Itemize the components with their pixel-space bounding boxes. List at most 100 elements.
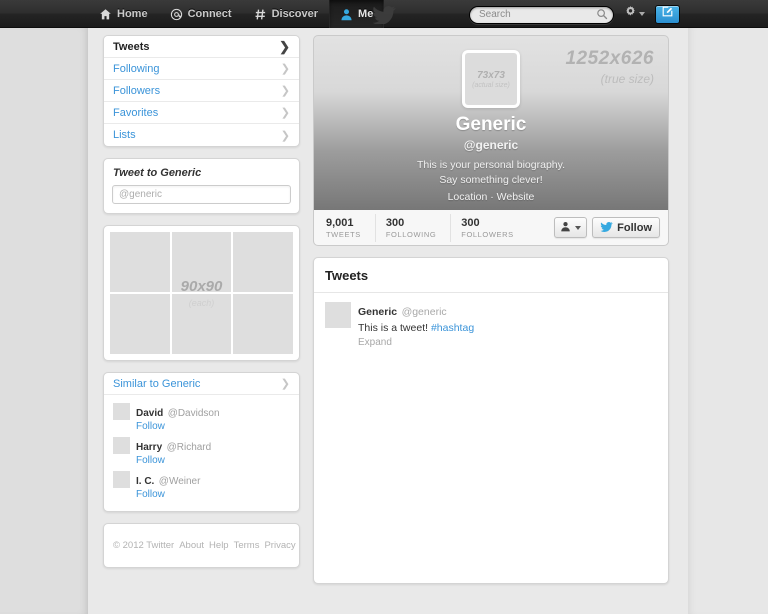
tweet-author-line: Generic @generic [358,302,474,320]
similar-user-handle[interactable]: @Davidson [168,408,220,419]
chevron-right-icon: ❯ [280,378,290,390]
stat-tweets-label: TWEETS [326,229,361,239]
list-item: Harry @Richard Follow [104,436,299,467]
tweet-author-handle[interactable]: @generic [402,306,447,318]
profile-location[interactable]: Location [448,191,488,203]
chevron-down-icon [639,12,645,16]
profile-website[interactable]: Website [497,191,535,203]
banner-dimensions-label: 1252x626 [565,48,654,69]
primary-nav: Home Connect Discover Me [88,0,385,28]
footer-link-terms[interactable]: Terms [234,540,260,551]
profile-separator: · [490,191,494,204]
sidebar-item-tweets-label: Tweets [113,40,150,53]
follow-link[interactable]: Follow [136,421,220,432]
tweet-hashtag[interactable]: #hashtag [431,322,474,334]
footer-link-about[interactable]: About [179,540,204,551]
user-actions-button[interactable] [554,217,588,238]
photo-cell[interactable] [233,294,293,354]
tweet-expand-link[interactable]: Expand [358,337,474,348]
photo-cell[interactable] [171,232,232,292]
similar-users-list: David @Davidson Follow Harry @Richard Fo… [104,395,299,511]
compose-icon [661,5,674,23]
footer-links: © 2012 TwitterAboutHelpTermsPrivacyBlogS… [104,524,299,567]
sidebar-item-following[interactable]: Following ❯ [104,58,299,80]
sidebar-item-favorites[interactable]: Favorites ❯ [104,102,299,124]
nav-right-actions [469,0,680,28]
nav-item-home[interactable]: Home [88,0,159,28]
similar-users-header[interactable]: Similar to Generic ❯ [104,373,299,395]
stat-tweets[interactable]: 9,001 TWEETS [322,213,376,242]
tweet-compose-input-wrap [104,184,299,213]
avatar[interactable] [113,403,130,420]
sidebar-item-favorites-label: Favorites [113,106,159,119]
search-input[interactable] [469,5,614,24]
similar-users-card: Similar to Generic ❯ David @Davidson Fol… [103,372,300,512]
photo-cell[interactable] [110,232,170,292]
twitter-bird-icon [600,221,613,235]
banner-size-annotation: 1252x626 (true size) [565,48,654,86]
sidebar-item-followers-label: Followers [113,84,161,97]
twitter-bird-icon [371,5,397,25]
stat-followers-value: 300 [461,216,480,229]
profile-header-card: 1252x626 (true size) 73x73 (actual size)… [313,35,669,246]
at-icon [170,8,183,21]
compose-tweet-button[interactable] [655,4,680,24]
similar-user-info: I. C. @Weiner Follow [136,471,200,500]
follow-button-label: Follow [617,221,652,234]
nav-item-discover-label: Discover [271,8,319,20]
tweet-compose-card: Tweet to Generic [103,158,300,214]
similar-user-name[interactable]: I. C. [136,476,154,487]
list-item: I. C. @Weiner Follow [104,470,299,501]
photo-cell[interactable] [233,232,293,292]
avatar[interactable] [113,471,130,488]
banner-truesize-label: (true size) [600,72,654,86]
settings-button[interactable] [621,3,648,25]
home-icon [99,8,112,21]
nav-item-discover[interactable]: Discover [243,0,329,28]
footer-link-help[interactable]: Help [209,540,229,551]
follow-link[interactable]: Follow [136,455,211,466]
follow-link[interactable]: Follow [136,489,200,500]
nav-item-connect-label: Connect [187,8,232,20]
tweet-text-line: This is a tweet! #hashtag [358,322,474,334]
similar-user-handle[interactable]: @Weiner [159,476,201,487]
table-row: Generic @generic This is a tweet! #hasht… [314,293,668,357]
stat-tweets-value: 9,001 [326,216,354,229]
stat-followers-label: FOLLOWERS [461,229,514,239]
profile-header-banner: 1252x626 (true size) 73x73 (actual size)… [313,35,669,210]
list-item: David @Davidson Follow [104,402,299,433]
profile-name: Generic [455,114,527,135]
gear-icon [624,5,637,23]
similar-user-line: Harry @Richard [136,437,211,455]
sidebar-item-lists[interactable]: Lists ❯ [104,124,299,146]
stat-followers[interactable]: 300 FOLLOWERS [451,214,528,242]
chevron-right-icon: ❯ [280,63,290,75]
page-gutter-left [0,28,88,614]
avatar-dimensions-label: 73x73 [477,69,505,81]
avatar[interactable] [325,302,351,328]
sidebar: Tweets ❯ Following ❯ Followers ❯ Favorit… [103,35,300,579]
tweet-author-name[interactable]: Generic [358,306,397,318]
profile-stats-bar: 9,001 TWEETS 300 FOLLOWING 300 FOLLOWERS [313,210,669,246]
photo-cell[interactable] [171,294,232,354]
tweet-compose-input[interactable] [112,185,291,204]
similar-user-name[interactable]: Harry [136,442,162,453]
nav-item-connect[interactable]: Connect [159,0,243,28]
similar-user-handle[interactable]: @Richard [167,442,212,453]
stat-following[interactable]: 300 FOLLOWING [376,213,452,242]
follow-button[interactable]: Follow [592,217,660,238]
similar-user-name[interactable]: David [136,408,163,419]
photo-cell[interactable] [110,294,170,354]
profile-avatar[interactable]: 73x73 (actual size) [462,50,520,108]
sidebar-item-followers[interactable]: Followers ❯ [104,80,299,102]
sidebar-item-tweets[interactable]: Tweets ❯ [104,36,299,58]
similar-user-info: Harry @Richard Follow [136,437,211,466]
top-navigation-bar: Home Connect Discover Me [0,0,768,28]
chevron-right-icon: ❯ [280,129,290,142]
similar-user-line: I. C. @Weiner [136,471,200,489]
sidebar-item-following-label: Following [113,62,160,75]
footer-link-privacy[interactable]: Privacy [264,540,295,551]
chevron-right-icon: ❯ [280,85,290,97]
timeline-heading: Tweets [314,258,668,293]
avatar[interactable] [113,437,130,454]
